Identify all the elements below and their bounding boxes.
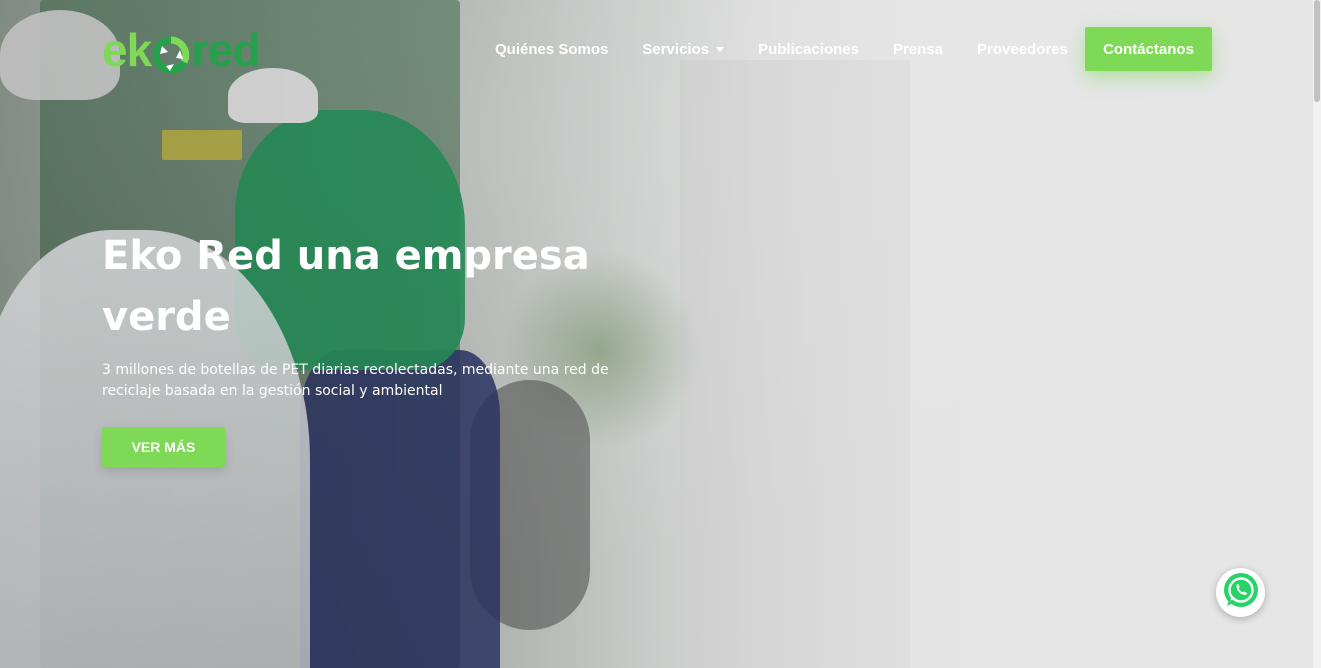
nav-publicaciones[interactable]: Publicaciones xyxy=(741,41,876,58)
chevron-down-icon xyxy=(716,46,725,52)
logo-text-red: red xyxy=(191,24,261,76)
nav-proveedores[interactable]: Proveedores xyxy=(960,41,1085,58)
whatsapp-icon xyxy=(1221,571,1261,615)
nav-prensa[interactable]: Prensa xyxy=(876,41,960,58)
hero-subtitle: 3 millones de botellas de PET diarias re… xyxy=(102,362,609,399)
nav-quienes-somos[interactable]: Quiénes Somos xyxy=(478,41,625,58)
whatsapp-button[interactable] xyxy=(1216,568,1265,617)
recycle-icon xyxy=(152,31,190,74)
main-nav: Quiénes Somos Servicios Publicaciones Pr… xyxy=(478,27,1085,71)
ver-mas-button[interactable]: VER MÁS xyxy=(102,427,225,467)
nav-label: Publicaciones xyxy=(758,40,859,58)
hero-title: Eko Red una empresa verde xyxy=(102,226,662,348)
nav-label: Prensa xyxy=(892,40,944,58)
hero-title-line1: Eko Red una empresa xyxy=(102,233,590,279)
nav-servicios-dropdown[interactable]: Servicios xyxy=(625,41,741,58)
scrollbar-thumb[interactable] xyxy=(1314,0,1320,102)
nav-label: Quiénes Somos xyxy=(495,40,609,58)
hero-title-line2: verde xyxy=(102,294,231,340)
page-scrollbar[interactable] xyxy=(1313,0,1321,668)
logo-text-eko: ek xyxy=(102,24,152,76)
nav-label: Servicios xyxy=(642,40,710,58)
nav-label: Proveedores xyxy=(977,40,1068,58)
contact-button[interactable]: Contáctanos xyxy=(1085,27,1212,71)
brand-logo[interactable]: ek red xyxy=(102,22,261,78)
